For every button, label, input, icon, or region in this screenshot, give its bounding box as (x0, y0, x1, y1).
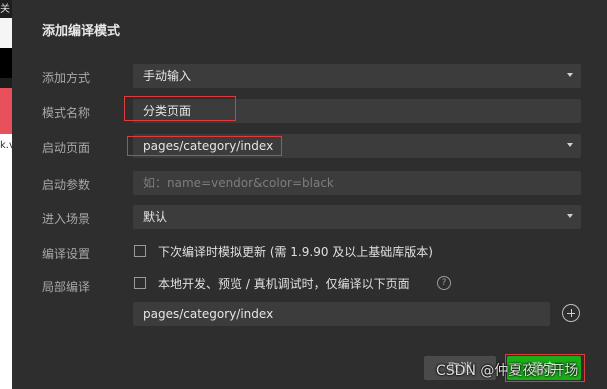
background-char: 关 (0, 4, 10, 15)
compile-settings-label: 编译设置 (42, 247, 91, 261)
background-text: k.v (0, 140, 12, 151)
partial-page-input[interactable]: pages/category/index (133, 302, 550, 326)
highlight-box-mode-name (124, 96, 236, 121)
background-app-strip: 关 k.v (0, 0, 12, 389)
add-compile-mode-dialog: 添加编译模式 添加方式 手动输入 模式名称 分类页面 启动页面 pages/ca… (12, 0, 607, 389)
simulate-update-text: 下次编译时模拟更新 (需 1.9.90 及以上基础库版本) (158, 245, 433, 259)
mode-name-label: 模式名称 (42, 106, 91, 120)
add-method-label: 添加方式 (42, 71, 91, 85)
highlight-box-start-page (127, 136, 282, 156)
start-params-label: 启动参数 (42, 178, 91, 192)
watermark-text: CSDN @仲夏夜的开场 (436, 363, 579, 379)
partial-compile-text: 本地开发、预览 / 真机调试时，仅编译以下页面 (158, 277, 410, 291)
scene-select[interactable]: 默认 (133, 205, 581, 229)
partial-page-value: pages/category/index (143, 307, 274, 321)
simulate-update-checkbox[interactable] (134, 245, 146, 257)
start-page-label: 启动页面 (42, 141, 91, 155)
partial-compile-checkbox[interactable] (134, 277, 146, 289)
chevron-down-icon (567, 143, 573, 147)
start-params-placeholder: 如：name=vendor&color=black (143, 176, 334, 190)
start-params-input[interactable]: 如：name=vendor&color=black (133, 171, 581, 195)
partial-compile-label: 局部编译 (42, 280, 91, 294)
add-method-select[interactable]: 手动输入 (133, 64, 581, 88)
add-method-value: 手动输入 (143, 69, 192, 83)
scene-label: 进入场景 (42, 212, 91, 226)
scene-value: 默认 (143, 210, 168, 224)
add-page-icon[interactable] (562, 304, 580, 322)
dialog-title: 添加编译模式 (42, 24, 121, 39)
chevron-down-icon (567, 73, 573, 77)
chevron-down-icon (567, 214, 573, 218)
help-icon[interactable]: ? (437, 276, 451, 290)
